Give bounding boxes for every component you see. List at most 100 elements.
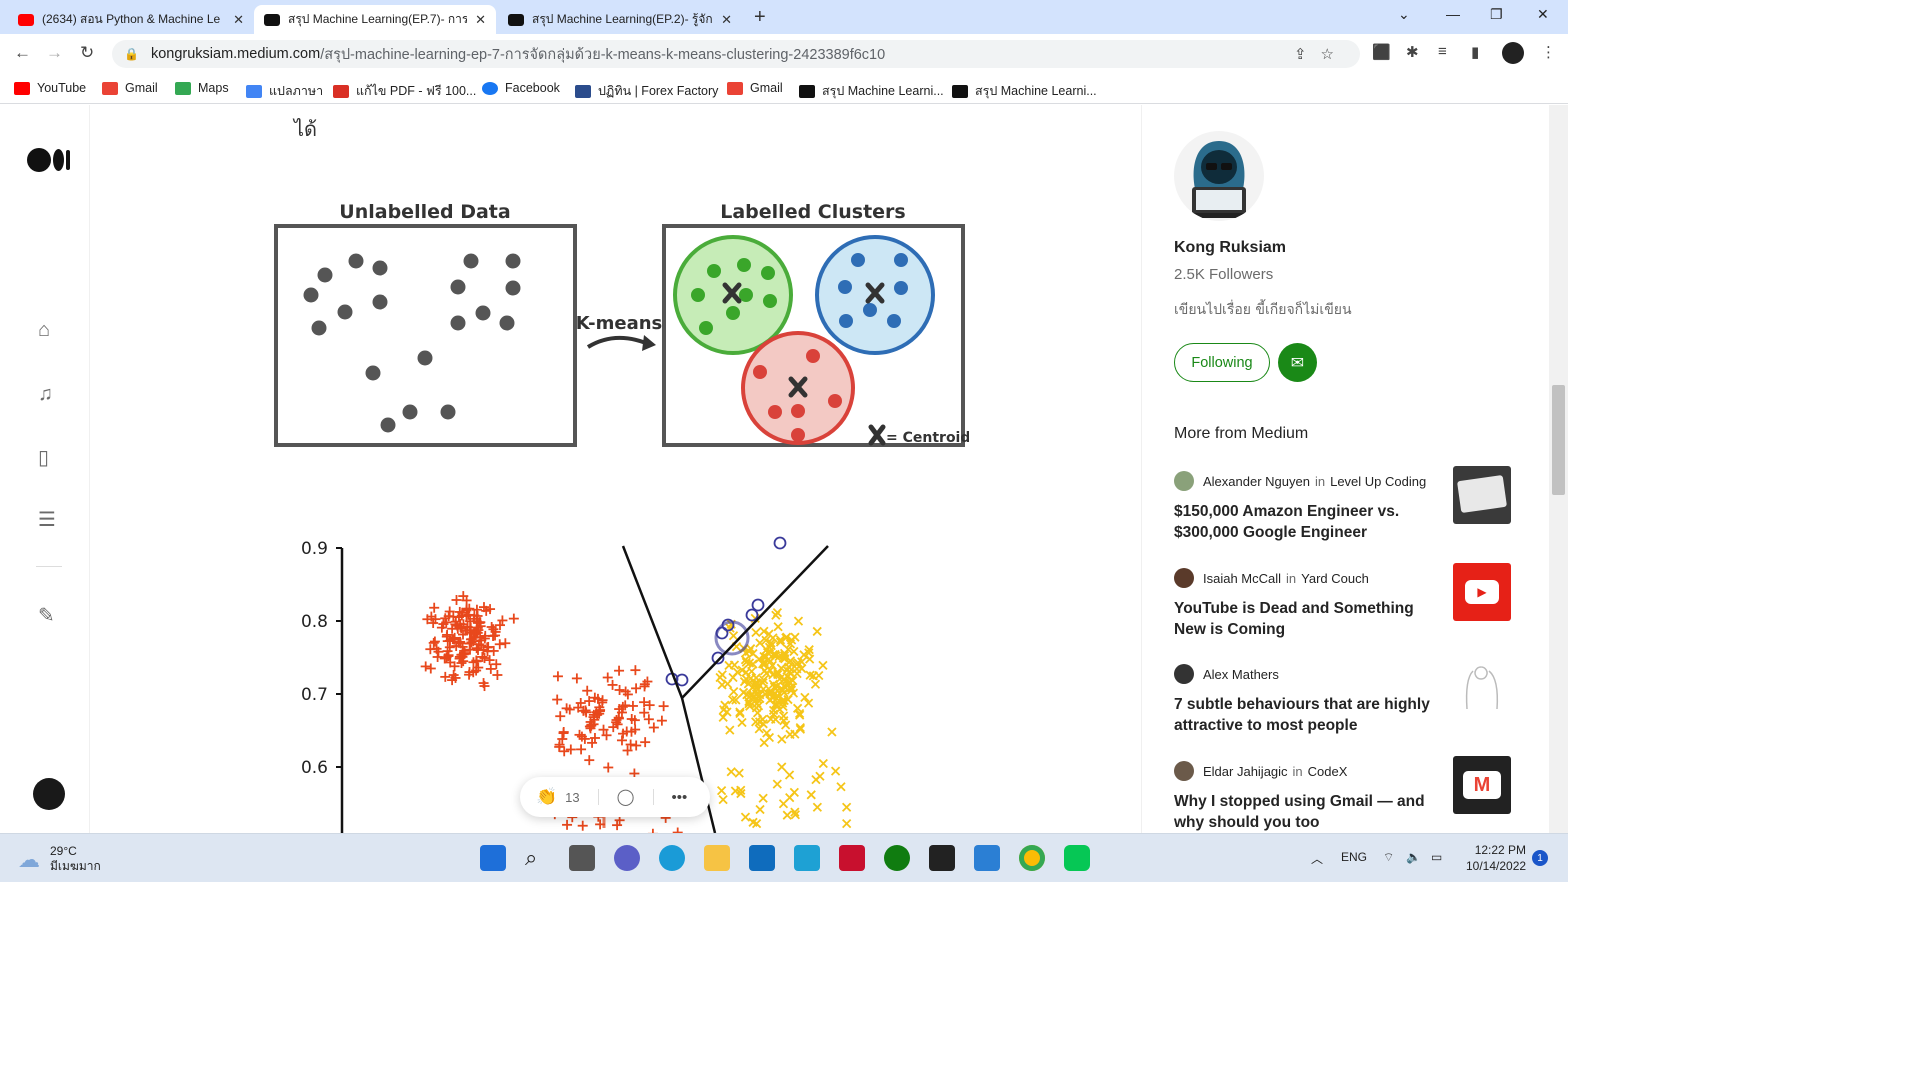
vscode-icon[interactable] [974, 845, 1000, 871]
chrome-icon[interactable] [1019, 845, 1045, 871]
more-icon[interactable]: ••• [672, 789, 688, 806]
rec-publication[interactable]: CodeX [1308, 764, 1348, 779]
teams-icon[interactable] [614, 845, 640, 871]
close-icon[interactable]: ✕ [233, 12, 244, 28]
page-scrollbar[interactable] [1549, 105, 1568, 833]
address-bar[interactable]: 🔒 kongruksiam.medium.com/สรุป-machine-le… [112, 40, 1360, 68]
bookmark-ml-1[interactable]: สรุป Machine Learni... [799, 81, 944, 101]
bookmark-gmail-2[interactable]: Gmail [727, 81, 783, 95]
write-icon[interactable]: ✎ [38, 603, 55, 628]
extensions-icon[interactable]: ✱ [1406, 43, 1419, 61]
rec-thumbnail[interactable]: M [1453, 756, 1511, 814]
bookmark-gmail[interactable]: Gmail [102, 81, 158, 95]
task-view-icon[interactable] [569, 845, 595, 871]
data-point [772, 779, 782, 789]
tab-youtube[interactable]: (2634) สอน Python & Machine Le ✕ [8, 5, 254, 34]
left-rail: ⌂ ♫ ▯ ☰ ✎ [0, 105, 90, 833]
start-icon[interactable] [480, 845, 506, 871]
tray-overflow-icon[interactable]: ︿ [1311, 850, 1323, 867]
mail-icon[interactable] [749, 845, 775, 871]
user-avatar[interactable] [33, 778, 65, 810]
bookmark-youtube[interactable]: YouTube [14, 81, 86, 95]
share-icon[interactable]: ⇪ [1294, 46, 1321, 63]
system-clock[interactable]: 12:22 PM 10/14/2022 [1466, 842, 1526, 874]
rec-thumbnail[interactable] [1453, 466, 1511, 524]
file-explorer-icon[interactable] [704, 845, 730, 871]
window-close-icon[interactable]: ✕ [1537, 6, 1549, 23]
media-icon[interactable]: ≡ [1438, 43, 1447, 60]
scrollbar-thumb[interactable] [1552, 385, 1565, 495]
subscribe-email-button[interactable]: ✉ [1278, 343, 1317, 382]
wifi-icon[interactable]: ⌔ [1383, 850, 1394, 865]
following-button[interactable]: Following [1174, 343, 1270, 382]
input-language[interactable]: ENG [1341, 850, 1367, 864]
rec-publication[interactable]: Level Up Coding [1330, 474, 1426, 489]
bookmark-forex-factory[interactable]: ปฏิทิน | Forex Factory [575, 81, 718, 101]
rec-title[interactable]: YouTube is Dead and Something New is Com… [1174, 598, 1436, 640]
edge-icon[interactable] [659, 845, 685, 871]
new-tab-icon[interactable]: + [754, 6, 766, 29]
rec-title[interactable]: $150,000 Amazon Engineer vs. $300,000 Go… [1174, 501, 1436, 543]
rec-author[interactable]: Isaiah McCall [1203, 571, 1281, 586]
notifications-icon[interactable]: ♫ [38, 383, 53, 406]
minimize-icon[interactable]: — [1446, 6, 1460, 22]
forward-icon[interactable]: → [46, 43, 63, 63]
tradingview-icon[interactable] [929, 845, 955, 871]
rec-title[interactable]: Why I stopped using Gmail — and why shou… [1174, 791, 1436, 833]
data-point [793, 616, 804, 626]
follower-count[interactable]: 2.5K Followers [1174, 266, 1273, 283]
bookmark-facebook[interactable]: Facebook [482, 81, 560, 95]
data-point [658, 701, 669, 712]
temperature: 29°C [50, 844, 77, 858]
rec-in: in [1314, 473, 1326, 489]
search-icon[interactable]: ⌕ [525, 845, 551, 871]
back-icon[interactable]: ← [14, 43, 31, 63]
data-point [508, 613, 519, 624]
battery-icon[interactable]: ▭ [1431, 850, 1442, 864]
author-name[interactable]: Kong Ruksiam [1174, 239, 1286, 257]
rec-thumbnail[interactable] [1453, 659, 1511, 717]
notification-badge[interactable]: 1 [1532, 850, 1548, 866]
bookmark-pdf[interactable]: แก้ไข PDF - ฟรี 100... [333, 81, 476, 101]
medium-logo[interactable] [27, 148, 70, 172]
profile-avatar[interactable] [1502, 42, 1524, 64]
author-avatar[interactable] [1174, 131, 1264, 221]
volume-icon[interactable]: 🔈 [1406, 850, 1421, 864]
bookmark-translate[interactable]: แปลภาษา [246, 81, 323, 101]
rec-author[interactable]: Alex Mathers [1203, 667, 1279, 682]
close-icon[interactable]: ✕ [475, 12, 486, 28]
mcafee-icon[interactable] [839, 845, 865, 871]
clap-icon[interactable]: 👏 [536, 787, 557, 807]
tab-ep7[interactable]: สรุป Machine Learning(EP.7)- การจั ✕ [254, 5, 496, 34]
rec-publication[interactable]: Yard Couch [1301, 571, 1369, 586]
maximize-icon[interactable]: ❐ [1490, 6, 1503, 23]
bookmarks-icon[interactable]: ▯ [38, 445, 49, 470]
bookmark-star-icon[interactable]: ☆ [1321, 46, 1348, 63]
rec-author[interactable]: Eldar Jahijagic [1203, 764, 1288, 779]
translate-extension-icon[interactable]: ⬛ [1372, 43, 1391, 61]
y-tick-label: 0.7 [301, 685, 328, 705]
rec-title[interactable]: 7 subtle behaviours that are highly attr… [1174, 694, 1436, 736]
tab-ep2[interactable]: สรุป Machine Learning(EP.2)- รู้จักก ✕ [498, 5, 742, 34]
rec-author[interactable]: Alexander Nguyen [1203, 474, 1310, 489]
xbox-icon[interactable] [884, 845, 910, 871]
calendar-icon [575, 84, 591, 98]
url-path: /สรุป-machine-learning-ep-7-การจัดกลุ่มด… [320, 46, 886, 63]
bookmark-maps[interactable]: Maps [175, 81, 229, 95]
side-panel-icon[interactable]: ▮ [1471, 43, 1479, 61]
l-app-icon[interactable] [794, 845, 820, 871]
comment-icon[interactable]: ◯ [617, 787, 635, 807]
weather-widget[interactable]: ☁ 29°C มีเมฆมาก [18, 844, 101, 874]
y-tick-label: 0.9 [301, 539, 328, 559]
rec-thumbnail[interactable]: ▶ [1453, 563, 1511, 621]
close-icon[interactable]: ✕ [721, 12, 732, 28]
tab-search-icon[interactable]: ⌄ [1398, 6, 1410, 23]
menu-icon[interactable]: ⋮ [1541, 43, 1556, 61]
bookmark-ml-2[interactable]: สรุป Machine Learni... [952, 81, 1097, 101]
reload-icon[interactable]: ↻ [80, 43, 94, 63]
stories-icon[interactable]: ☰ [38, 507, 56, 532]
data-point [830, 766, 841, 776]
data-point [648, 722, 659, 733]
line-icon[interactable] [1064, 845, 1090, 871]
home-icon[interactable]: ⌂ [38, 319, 50, 342]
